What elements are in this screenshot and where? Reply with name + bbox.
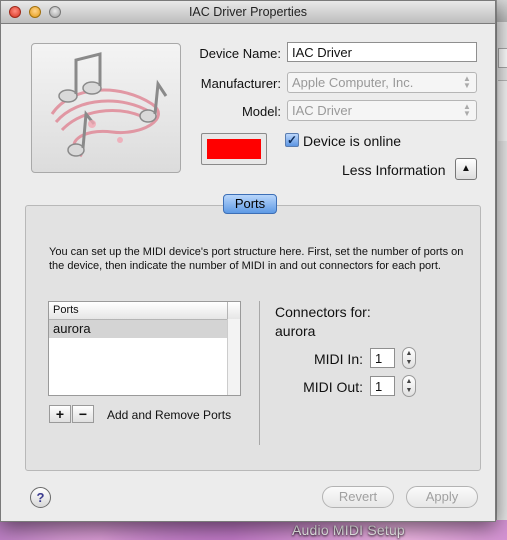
- color-well[interactable]: [201, 133, 267, 165]
- manufacturer-value: Apple Computer, Inc.: [292, 75, 414, 90]
- add-port-button[interactable]: +: [49, 405, 71, 423]
- manufacturer-select[interactable]: Apple Computer, Inc. ▲ ▼: [287, 72, 477, 93]
- ports-description: You can set up the MIDI device's port st…: [49, 246, 464, 272]
- color-swatch: [207, 139, 261, 159]
- midi-in-field[interactable]: 1: [370, 348, 395, 368]
- chevron-updown-icon: ▲ ▼: [463, 74, 471, 90]
- midi-in-stepper[interactable]: ▲ ▼: [402, 347, 416, 369]
- background-window[interactable]: [496, 0, 507, 520]
- midi-in-label: MIDI In:: [313, 351, 363, 367]
- ports-list[interactable]: Ports aurora: [48, 301, 241, 396]
- list-item[interactable]: aurora: [49, 320, 228, 338]
- app-label: Audio MIDI Setup: [292, 522, 405, 538]
- column-separator: [227, 302, 228, 319]
- add-remove-label: Add and Remove Ports: [107, 408, 232, 422]
- disclosure-triangle-button[interactable]: ▲: [455, 158, 477, 180]
- panel-divider: [259, 301, 260, 445]
- tab-ports[interactable]: Ports: [223, 194, 277, 214]
- less-information-label: Less Information: [342, 162, 446, 178]
- connectors-for-label: Connectors for:: [275, 304, 371, 320]
- chevron-updown-icon: ▲ ▼: [463, 102, 471, 118]
- model-value: IAC Driver: [292, 103, 352, 118]
- background-window-list: [498, 80, 507, 141]
- apply-button[interactable]: Apply: [406, 486, 478, 508]
- ports-column-label: Ports: [53, 304, 79, 316]
- remove-port-button[interactable]: −: [72, 405, 94, 423]
- triangle-up-icon: ▲: [461, 163, 471, 174]
- background-window-titlebar: [497, 0, 507, 22]
- device-name-field[interactable]: IAC Driver: [287, 42, 477, 62]
- midi-out-field[interactable]: 1: [370, 376, 395, 396]
- midi-out-stepper[interactable]: ▲ ▼: [402, 375, 416, 397]
- device-icon-well[interactable]: [31, 43, 181, 173]
- online-label[interactable]: Device is online: [303, 133, 401, 149]
- ports-list-scrollbar[interactable]: [227, 319, 240, 395]
- help-button[interactable]: ?: [30, 487, 51, 508]
- model-label: Model:: [241, 104, 281, 119]
- manufacturer-label: Manufacturer:: [200, 76, 281, 91]
- properties-window: IAC Driver Properties Device Name: IAC D…: [0, 0, 496, 522]
- window-title: IAC Driver Properties: [188, 5, 308, 19]
- midi-out-label: MIDI Out:: [303, 379, 363, 395]
- connectors-port-name: aurora: [275, 323, 316, 339]
- ports-list-header[interactable]: Ports: [49, 302, 240, 320]
- titlebar[interactable]: IAC Driver Properties: [1, 1, 495, 24]
- device-name-label: Device Name:: [199, 46, 281, 61]
- revert-button[interactable]: Revert: [322, 486, 394, 508]
- background-window-field: [498, 48, 507, 68]
- model-select[interactable]: IAC Driver ▲ ▼: [287, 100, 477, 121]
- online-checkbox[interactable]: ✓: [285, 133, 299, 147]
- midi-music-icon: [50, 52, 168, 158]
